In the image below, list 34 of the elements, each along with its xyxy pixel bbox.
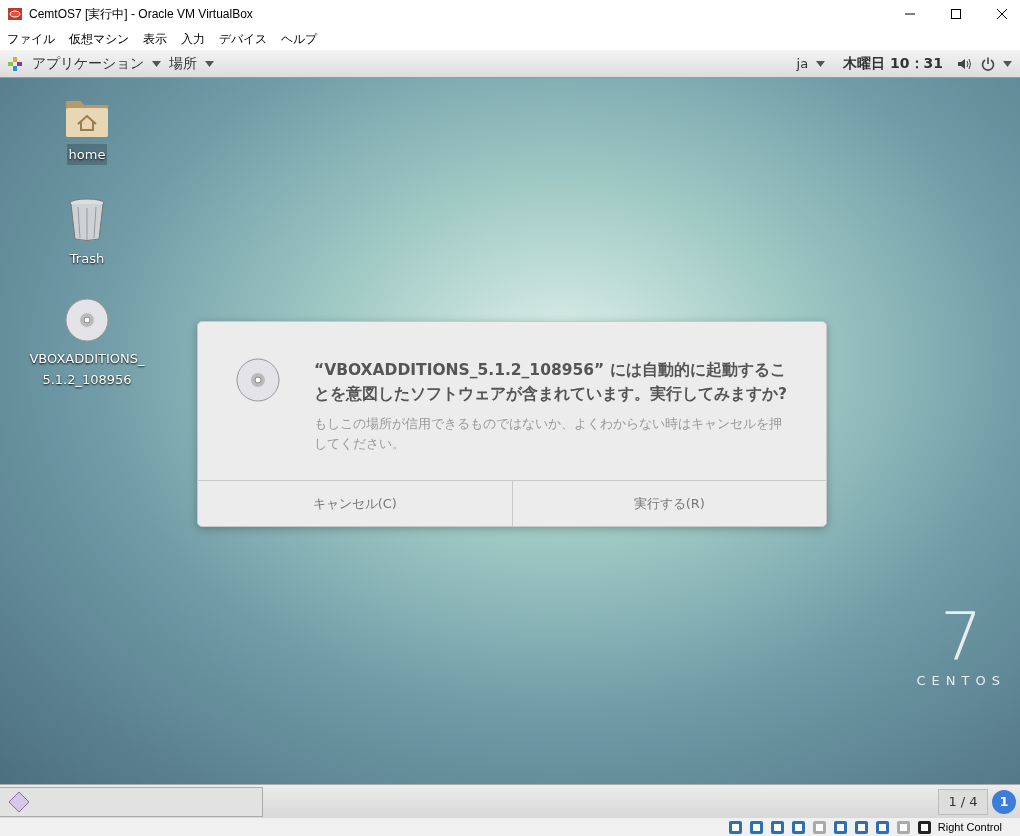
applications-menu[interactable]: アプリケーション: [32, 54, 144, 73]
power-icon[interactable]: [981, 56, 995, 71]
menu-item[interactable]: 表示: [143, 30, 167, 48]
icon-label[interactable]: home: [66, 144, 108, 165]
disc-icon: [236, 358, 280, 402]
menu-item[interactable]: 入力: [181, 30, 205, 48]
caret-icon: [1003, 60, 1012, 67]
logo-number: 7: [940, 603, 983, 673]
trash-can-icon[interactable]: [68, 198, 106, 242]
app-icon: [7, 6, 23, 22]
host-key-label: Right Control: [937, 821, 1002, 833]
workspace-indicator[interactable]: 1 / 4: [938, 788, 988, 815]
menu-item[interactable]: 仮想マシン: [69, 30, 129, 48]
dialog-title: “VBOXADDITIONS_5.1.2_108956” には自動的に起動することを意図したソフトウェアが含まれています。実行してみますか?: [314, 360, 788, 405]
window-title: CemtOS7 [実行中] - Oracle VM VirtualBox: [29, 5, 254, 23]
caret-icon: [152, 60, 161, 67]
menu-item[interactable]: ファイル: [7, 30, 55, 48]
dialog-button[interactable]: キャンセル(C): [198, 481, 513, 526]
flower-logo-icon: [8, 56, 22, 71]
dialog-button[interactable]: 実行する(R): [512, 481, 826, 526]
volume-icon[interactable]: [957, 57, 973, 70]
diamond-icon[interactable]: [8, 790, 30, 813]
notification-badge[interactable]: 1: [992, 789, 1016, 814]
dialog-message: もしこの場所が信用できるものではないか、よくわからない時はキャンセルを押してください。: [314, 415, 783, 453]
menu-item[interactable]: デバイス: [219, 30, 267, 48]
menu-item[interactable]: ヘルプ: [281, 30, 317, 48]
close-icon[interactable]: [996, 8, 1008, 20]
maximize-icon[interactable]: [950, 8, 962, 20]
places-menu[interactable]: 場所: [169, 54, 197, 73]
caret-icon: [816, 60, 826, 67]
caret-icon: [205, 60, 214, 67]
logo-text: CENTOS: [916, 673, 1006, 688]
input-method-menu[interactable]: ja: [796, 56, 809, 71]
clock[interactable]: 木曜日 10：31: [843, 54, 943, 73]
